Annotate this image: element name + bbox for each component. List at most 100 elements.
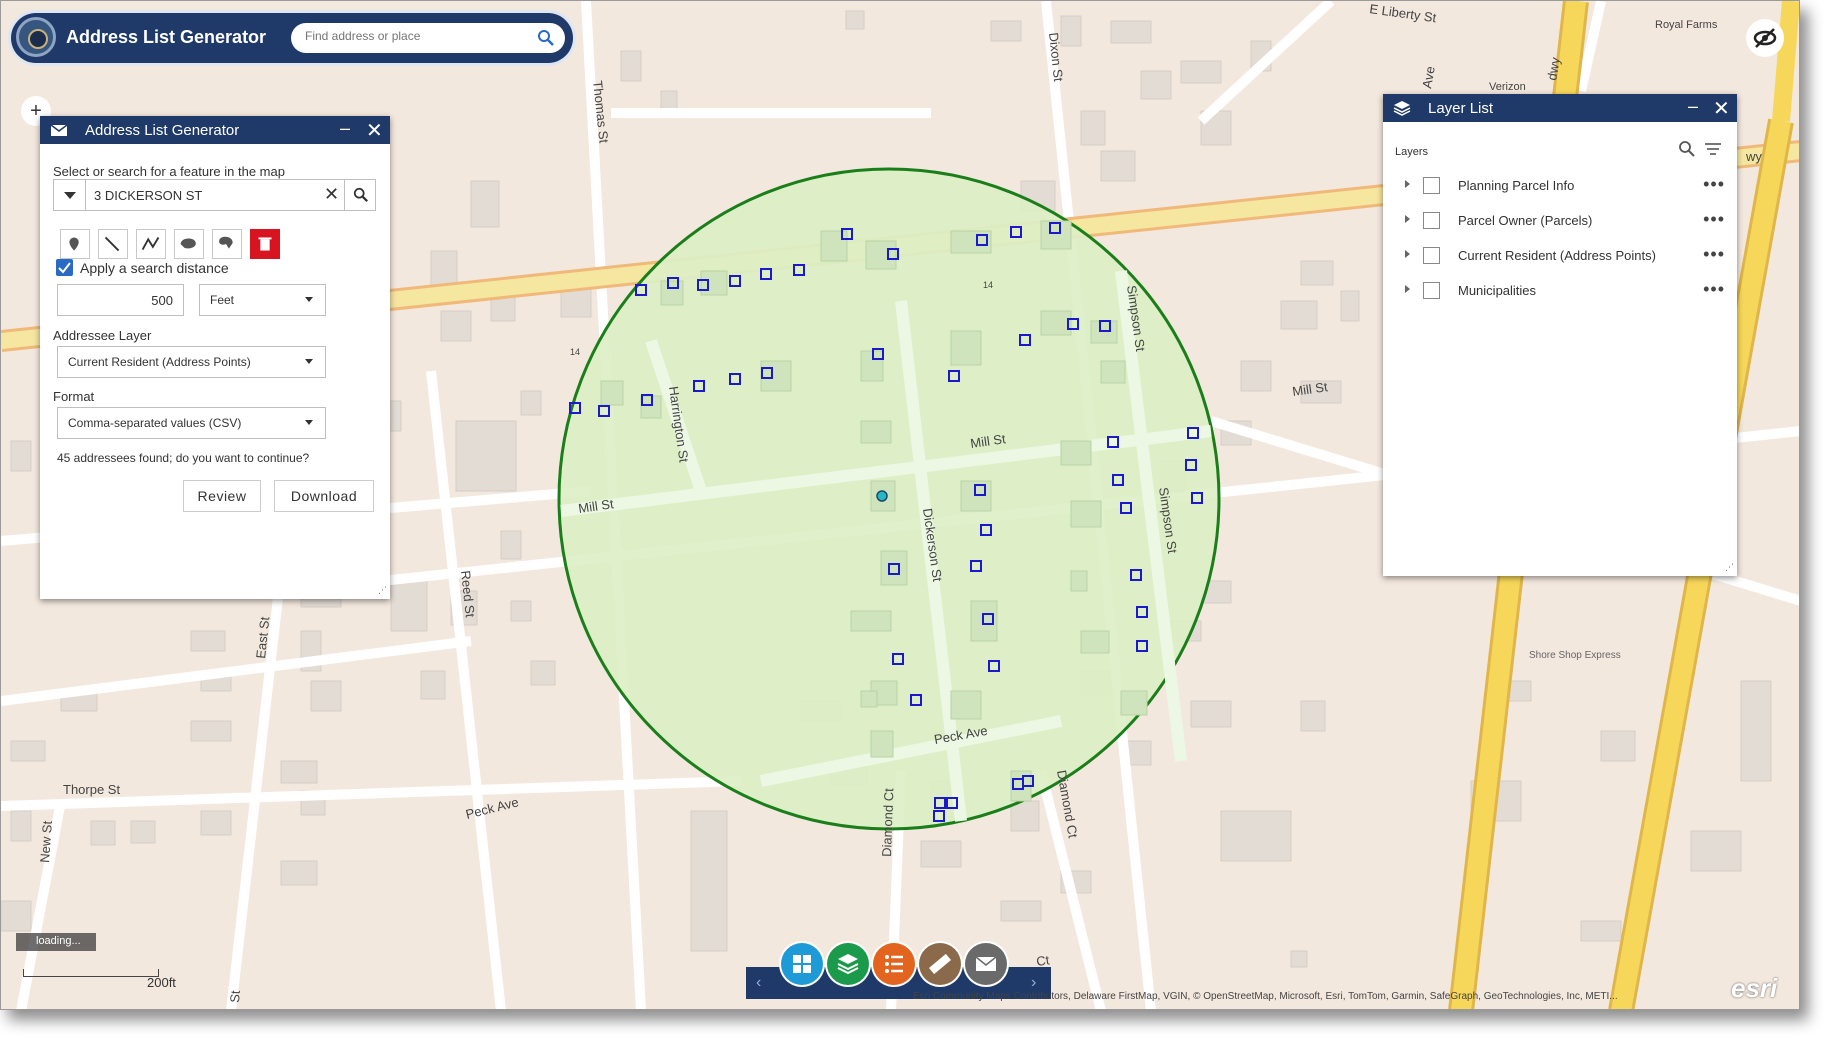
chevron-down-icon	[305, 359, 313, 364]
list-icon[interactable]	[873, 943, 915, 985]
layer-panel-title: Layer List	[1428, 100, 1494, 117]
layer-name: Planning Parcel Info	[1458, 178, 1575, 193]
expand-arrow-icon[interactable]	[1405, 180, 1410, 188]
resize-handle[interactable]: ⋰	[378, 585, 387, 596]
app-window: E Liberty St Dixon St Thomas St Ave dwy …	[0, 0, 1800, 1010]
layer-visibility-checkbox[interactable]	[1423, 212, 1440, 229]
label-shore-shop: Shore Shop Express	[1529, 650, 1621, 661]
close-icon[interactable]: ✕	[366, 118, 383, 143]
more-options-icon[interactable]: •••	[1703, 244, 1725, 265]
expand-arrow-icon[interactable]	[1405, 215, 1410, 223]
addressee-layer-value: Current Resident (Address Points)	[68, 355, 251, 369]
envelope-icon	[50, 124, 68, 136]
resize-handle[interactable]: ⋰	[1725, 562, 1734, 573]
more-options-icon[interactable]: •••	[1703, 209, 1725, 230]
layer-visibility-checkbox[interactable]	[1423, 177, 1440, 194]
format-label: Format	[53, 389, 95, 404]
feature-search-field[interactable]: 3 DICKERSON ST ✕	[53, 179, 376, 211]
search-source-dropdown[interactable]	[54, 180, 86, 210]
close-icon[interactable]: ✕	[1713, 96, 1730, 121]
label-royal-farms: Royal Farms	[1655, 19, 1718, 31]
chevron-right-icon[interactable]: ›	[1031, 974, 1036, 992]
draw-freehand-icon[interactable]	[212, 229, 242, 259]
format-select[interactable]: Comma-separated values (CSV)	[57, 407, 326, 439]
label-st-south: St	[227, 990, 243, 1004]
layer-name: Current Resident (Address Points)	[1458, 248, 1656, 263]
layer-row[interactable]: Municipalities •••	[1383, 277, 1737, 307]
minimize-icon[interactable]: –	[340, 118, 350, 139]
review-button[interactable]: Review	[183, 480, 261, 512]
app-title: Address List Generator	[66, 27, 267, 47]
label-thorpe-st: Thorpe St	[63, 782, 120, 797]
layer-visibility-checkbox[interactable]	[1423, 282, 1440, 299]
draw-line-icon[interactable]	[98, 229, 128, 259]
apply-distance-checkbox[interactable]	[56, 259, 73, 276]
layer-name: Parcel Owner (Parcels)	[1458, 213, 1593, 228]
label-new-st: New St	[37, 820, 55, 863]
layer-name: Municipalities	[1458, 283, 1537, 298]
clear-icon[interactable]: ✕	[324, 184, 339, 205]
trash-icon[interactable]	[250, 229, 280, 259]
layer-row[interactable]: Planning Parcel Info •••	[1383, 172, 1737, 202]
draw-polygon-icon[interactable]	[174, 229, 204, 259]
more-options-icon[interactable]: •••	[1703, 279, 1725, 300]
label-verizon: Verizon	[1489, 81, 1526, 93]
label-wy: wy	[1745, 149, 1762, 164]
distance-value[interactable]: 500	[151, 293, 173, 308]
scale-label: 200ft	[147, 975, 176, 990]
feature-search-button[interactable]	[344, 180, 376, 210]
chevron-down-icon	[305, 420, 313, 425]
address-panel-title: Address List Generator	[85, 122, 240, 139]
app-header: Address List Generator	[11, 13, 573, 63]
eye-off-icon[interactable]	[1746, 19, 1784, 57]
esri-logo: esri	[1731, 973, 1778, 1003]
layer-row[interactable]: Current Resident (Address Points) •••	[1383, 242, 1737, 272]
minimize-icon[interactable]: –	[1688, 96, 1698, 117]
layers-icon	[1393, 101, 1411, 116]
grid-icon[interactable]	[781, 943, 823, 985]
select-feature-label: Select or search for a feature in the ma…	[53, 164, 315, 180]
map-attribution: Esri Community Maps Contributors, Delawa…	[913, 991, 1618, 1002]
layer-row[interactable]: Parcel Owner (Parcels) •••	[1383, 207, 1737, 237]
envelope-icon[interactable]	[965, 943, 1007, 985]
label-diamond-ct-west: Diamond Ct	[879, 788, 896, 858]
search-icon[interactable]	[537, 29, 555, 47]
search-icon	[353, 187, 369, 203]
distance-input[interactable]: 500	[57, 284, 184, 316]
layer-visibility-checkbox[interactable]	[1423, 247, 1440, 264]
geocoder-search[interactable]	[291, 23, 565, 53]
layers-icon[interactable]	[827, 943, 869, 985]
distance-unit-select[interactable]: Feet	[199, 284, 326, 316]
apply-distance-label: Apply a search distance	[80, 260, 229, 276]
search-icon[interactable]	[1678, 140, 1696, 158]
ruler-icon[interactable]	[919, 943, 961, 985]
layer-panel-header: Layer List – ✕	[1383, 94, 1737, 122]
loading-indicator: loading...	[16, 933, 96, 951]
chevron-down-icon	[305, 297, 313, 302]
addressee-layer-label: Addressee Layer	[53, 328, 152, 343]
app-logo	[16, 17, 56, 57]
geocoder-search-input[interactable]	[305, 29, 525, 43]
label-route-14-west: 14	[570, 347, 580, 357]
address-list-panel: Address List Generator – ✕ Select or sea…	[40, 116, 390, 599]
label-route-14-east: 14	[983, 280, 993, 290]
filter-list-icon[interactable]	[1703, 140, 1723, 158]
addressee-layer-select[interactable]: Current Resident (Address Points)	[57, 346, 326, 378]
more-options-icon[interactable]: •••	[1703, 174, 1725, 195]
layer-list-panel: Layer List – ✕ Layers Planning Parcel In…	[1383, 94, 1737, 576]
address-panel-header: Address List Generator – ✕	[40, 116, 390, 144]
selected-feature-marker	[876, 490, 888, 502]
expand-arrow-icon[interactable]	[1405, 285, 1410, 293]
chevron-left-icon[interactable]: ‹	[756, 974, 761, 992]
draw-point-icon[interactable]	[60, 229, 90, 259]
results-found-text: 45 addressees found; do you want to cont…	[57, 451, 310, 465]
format-value: Comma-separated values (CSV)	[68, 416, 242, 430]
draw-polyline-icon[interactable]	[136, 229, 166, 259]
feature-search-value[interactable]: 3 DICKERSON ST	[94, 188, 202, 203]
scale-bar	[23, 969, 159, 977]
distance-unit-value: Feet	[210, 293, 235, 307]
chevron-down-icon	[64, 192, 76, 199]
layers-heading: Layers	[1395, 146, 1429, 158]
download-button[interactable]: Download	[274, 480, 374, 512]
expand-arrow-icon[interactable]	[1405, 250, 1410, 258]
